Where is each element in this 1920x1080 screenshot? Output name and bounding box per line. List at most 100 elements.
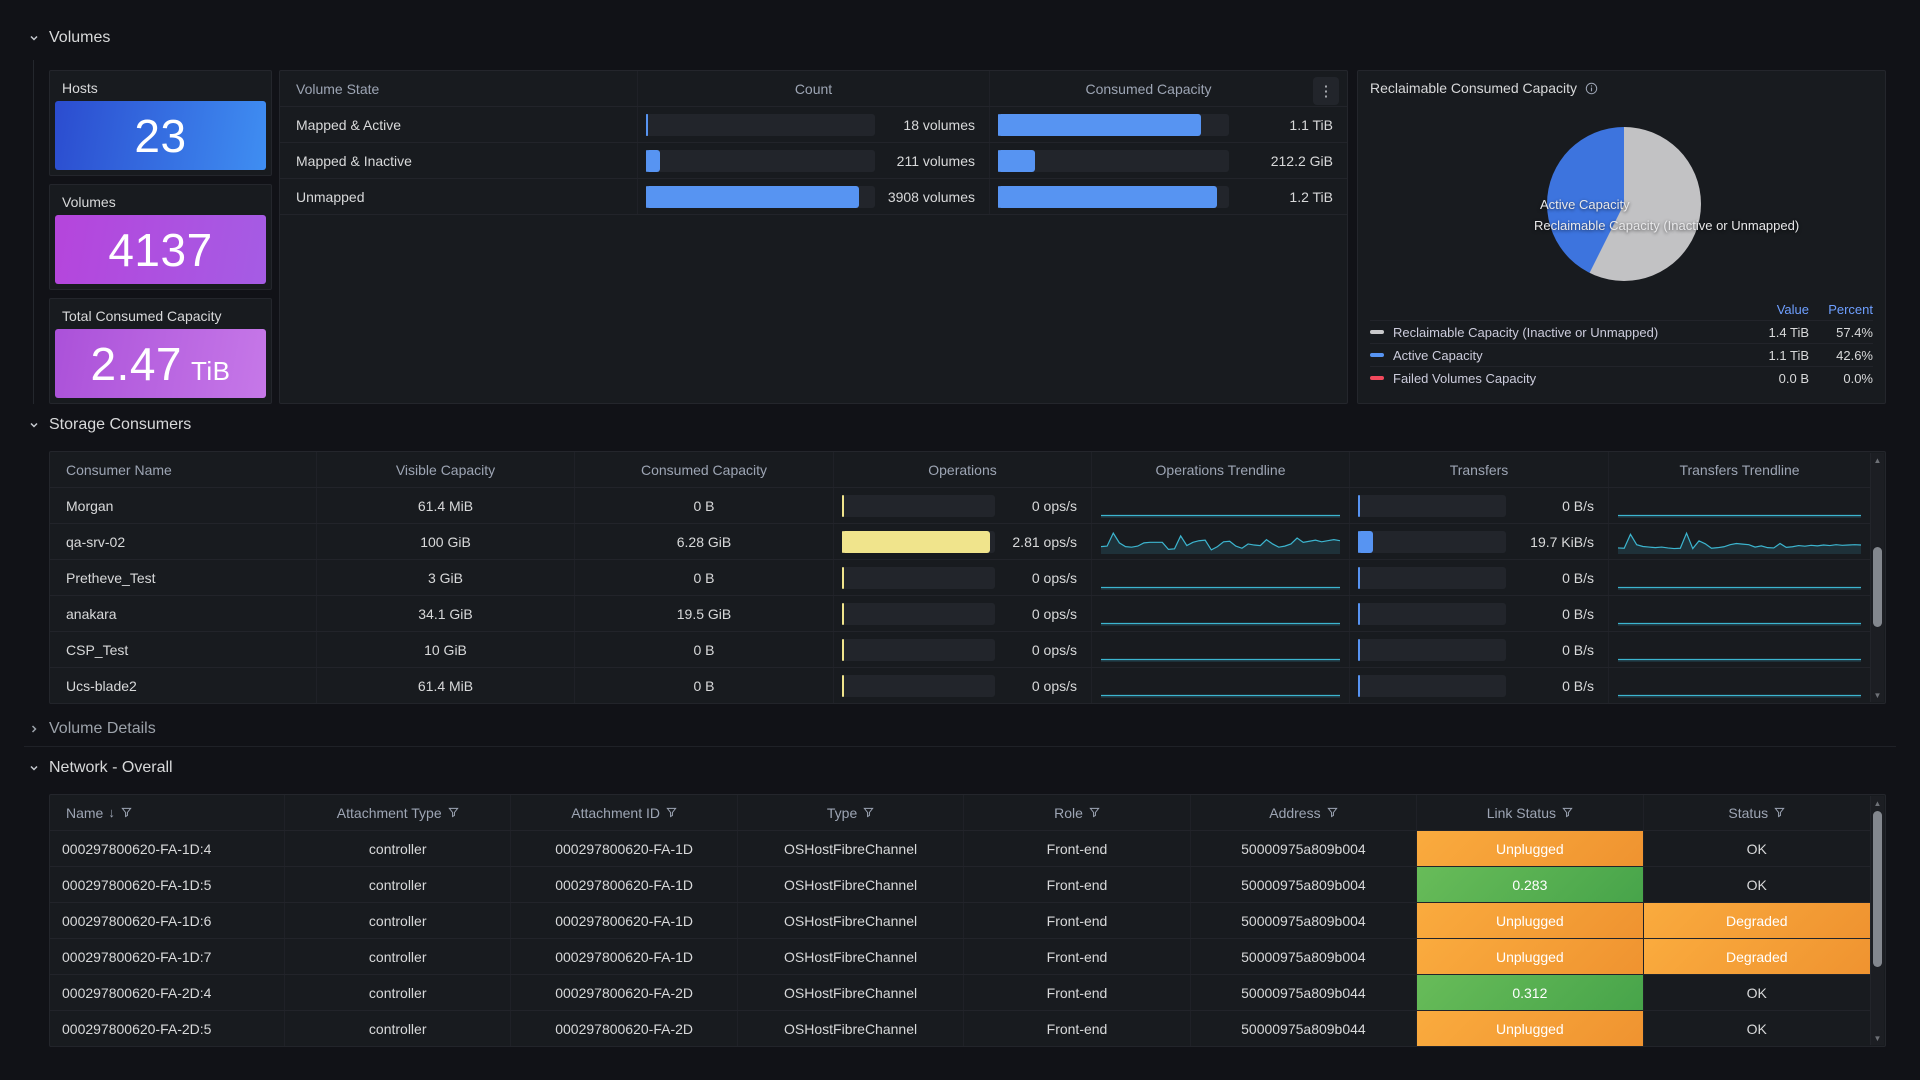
port-address: 50000975a809b044 [1191, 1011, 1417, 1046]
consumed-capacity: 6.28 GiB [575, 524, 834, 559]
legend-item[interactable]: Failed Volumes Capacity 0.0 B 0.0% [1370, 366, 1873, 389]
scrollbar-thumb[interactable] [1873, 811, 1882, 967]
scroll-down-icon[interactable]: ▼ [1871, 688, 1884, 702]
column-header-link-status[interactable]: Link Status [1417, 795, 1643, 830]
attachment-id: 000297800620-FA-1D [511, 903, 737, 938]
panel-hosts: Hosts 23 [49, 70, 272, 176]
scroll-up-icon[interactable]: ▲ [1871, 453, 1884, 467]
port-role: Front-end [964, 975, 1190, 1010]
filter-icon[interactable] [863, 807, 874, 818]
column-header-attachment-id[interactable]: Attachment ID [511, 795, 737, 830]
gauge-value: 212.2 GiB [1237, 153, 1333, 169]
pie-slice-label: Active Capacity [1540, 197, 1630, 212]
consumer-name: CSP_Test [50, 632, 317, 667]
filter-icon[interactable] [1327, 807, 1338, 818]
column-header-status[interactable]: Status [1644, 795, 1870, 830]
column-header-attachment-type[interactable]: Attachment Type [285, 795, 511, 830]
table-row: Ucs-blade2 61.4 MiB 0 B 0 ops/s 0 B/s [50, 668, 1870, 704]
section-row-volumes[interactable]: Volumes [28, 29, 110, 47]
panel-storage-consumers: Consumer Name Visible Capacity Consumed … [49, 451, 1886, 704]
column-header-transfers-trendline[interactable]: Transfers Trendline [1609, 452, 1870, 487]
filter-icon[interactable] [121, 807, 132, 818]
port-role: Front-end [964, 867, 1190, 902]
column-header-visible-capacity[interactable]: Visible Capacity [317, 452, 575, 487]
scroll-up-icon[interactable]: ▲ [1871, 796, 1884, 810]
stat-value: 2.47 [90, 337, 182, 391]
capacity-gauge: 1.1 TiB [990, 107, 1347, 142]
consumed-capacity: 0 B [575, 560, 834, 595]
table-row: Mapped & Active 18 volumes 1.1 TiB [280, 107, 1347, 143]
section-row-volume-details[interactable]: Volume Details [28, 720, 156, 738]
scrollbar-thumb[interactable] [1873, 547, 1882, 627]
gauge-track [646, 150, 875, 172]
filter-icon[interactable] [1089, 807, 1100, 818]
legend-label: Reclaimable Capacity (Inactive or Unmapp… [1393, 325, 1658, 340]
vertical-scrollbar[interactable]: ▲ ▼ [1870, 796, 1884, 1045]
attachment-type: controller [285, 831, 511, 866]
column-header-type[interactable]: Type [738, 795, 964, 830]
gauge-track [998, 114, 1229, 136]
transfers-trendline [1609, 668, 1870, 703]
gauge-value: 1.2 TiB [1237, 189, 1333, 205]
legend-percent: 0.0% [1809, 371, 1873, 386]
stat-value: 4137 [108, 223, 212, 277]
visible-capacity: 10 GiB [317, 632, 575, 667]
legend-item[interactable]: Active Capacity 1.1 TiB 42.6% [1370, 343, 1873, 366]
column-header-name[interactable]: Name ↓ [50, 795, 285, 830]
column-header-volume-state: Volume State [280, 71, 638, 106]
operations-trendline [1092, 668, 1350, 703]
section-row-storage-consumers[interactable]: Storage Consumers [28, 416, 191, 434]
filter-icon[interactable] [1562, 807, 1573, 818]
info-icon[interactable] [1585, 82, 1598, 95]
panel-menu-button[interactable]: ⋮ [1313, 77, 1339, 105]
legend-percent-header[interactable]: Percent [1809, 302, 1873, 317]
attachment-type: controller [285, 939, 511, 974]
operations-gauge: 0 ops/s [834, 632, 1092, 667]
panel-volumes: Volumes 4137 [49, 184, 272, 290]
filter-icon[interactable] [1774, 807, 1785, 818]
column-header-address[interactable]: Address [1191, 795, 1417, 830]
panel-network-overall: Name ↓ Attachment Type Attachment ID Typ… [49, 794, 1886, 1047]
link-status-badge: Unplugged [1417, 1011, 1643, 1046]
capacity-gauge: 212.2 GiB [990, 143, 1347, 178]
column-header-operations[interactable]: Operations [834, 452, 1092, 487]
column-header-role[interactable]: Role [964, 795, 1190, 830]
chevron-down-icon [28, 762, 40, 774]
operations-trendline [1092, 524, 1350, 559]
kebab-icon: ⋮ [1319, 82, 1334, 100]
operations-gauge: 2.81 ops/s [834, 524, 1092, 559]
status-badge: Degraded [1644, 939, 1870, 974]
scroll-down-icon[interactable]: ▼ [1871, 1031, 1884, 1045]
column-header-consumed-capacity[interactable]: Consumed Capacity [575, 452, 834, 487]
section-row-network-overall[interactable]: Network - Overall [28, 759, 173, 777]
table-row: 000297800620-FA-1D:7 controller 00029780… [50, 939, 1870, 975]
filter-icon[interactable] [666, 807, 677, 818]
section-title: Volume Details [49, 720, 156, 738]
status-badge: OK [1644, 831, 1870, 866]
consumed-capacity: 0 B [575, 488, 834, 523]
gauge-track [646, 114, 875, 136]
capacity-gauge: 1.2 TiB [990, 179, 1347, 214]
port-name: 000297800620-FA-2D:5 [50, 1011, 285, 1046]
port-type: OSHostFibreChannel [738, 903, 964, 938]
legend-value-header[interactable]: Value [1745, 302, 1809, 317]
vertical-scrollbar[interactable]: ▲ ▼ [1870, 453, 1884, 702]
pie-slice-label: Reclaimable Capacity (Inactive or Unmapp… [1534, 218, 1799, 233]
gauge-value: 211 volumes [883, 153, 975, 169]
port-name: 000297800620-FA-1D:6 [50, 903, 285, 938]
attachment-id: 000297800620-FA-2D [511, 975, 737, 1010]
transfers-gauge: 0 B/s [1350, 632, 1609, 667]
chevron-right-icon [28, 723, 40, 735]
status-badge: OK [1644, 975, 1870, 1010]
legend-item[interactable]: Reclaimable Capacity (Inactive or Unmapp… [1370, 320, 1873, 343]
section-title: Volumes [49, 29, 110, 47]
column-header-operations-trendline[interactable]: Operations Trendline [1092, 452, 1350, 487]
operations-trendline [1092, 488, 1350, 523]
column-header-transfers[interactable]: Transfers [1350, 452, 1609, 487]
stat-unit: TiB [191, 356, 231, 387]
column-header-consumer-name[interactable]: Consumer Name [50, 452, 317, 487]
consumed-capacity: 0 B [575, 668, 834, 703]
status-badge: OK [1644, 1011, 1870, 1046]
pie-legend: Value Percent Reclaimable Capacity (Inac… [1370, 299, 1873, 389]
filter-icon[interactable] [448, 807, 459, 818]
